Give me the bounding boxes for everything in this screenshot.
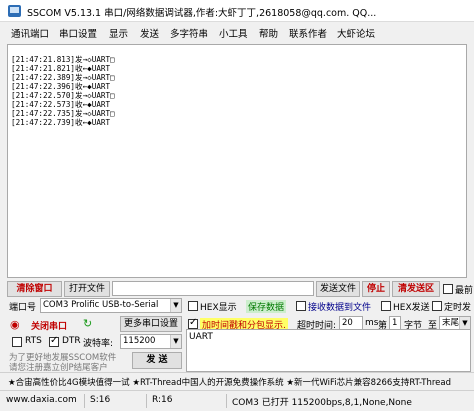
menu-tools[interactable]: 小工具 [219,26,248,40]
port-label: 端口号 [9,303,37,313]
menu-help[interactable]: 帮助 [259,26,278,40]
status-bar: www.daxia.com S:16 R:16 COM3 已打开 115200b… [0,390,474,411]
port-status: COM3 已打开 115200bps,8,1,None,None [232,398,412,408]
receive-area[interactable]: [21:47:21.813]发→◇UART□ [21:47:21.821]收←◆… [7,44,467,278]
end-value: 末尾 [442,318,460,328]
stop-button[interactable]: 停止 [362,281,390,297]
timed-send-checkbox[interactable] [432,301,442,311]
send-text: UART [189,332,213,342]
save-data-button[interactable]: 保存数据 [246,300,287,313]
clear-send-button[interactable]: 清发送区 [392,281,440,297]
menu-display[interactable]: 显示 [109,26,128,40]
timeout-unit: ms [365,318,379,328]
chevron-down-icon: ▼ [170,299,181,312]
rts-label: RTS [25,336,42,346]
log-line: [21:47:22.739]收←◆UART [11,118,111,127]
send-text-area[interactable]: UART [186,329,471,372]
menu-contact[interactable]: 联系作者 [289,26,327,40]
status-divider [84,394,85,408]
green-refresh-icon[interactable]: ↻ [83,317,92,330]
port-select[interactable]: COM3 Prolific USB-to-Serial ▼ [40,298,182,313]
menu-serial-settings[interactable]: 串口设置 [59,26,97,40]
hex-send-label: HEX发送 [393,303,430,313]
send-file-button[interactable]: 发送文件 [316,281,360,297]
menu-bar: 通讯端口 串口设置 显示 发送 多字符串 小工具 帮助 联系作者 大虾论坛 [0,23,474,41]
hex-display-checkbox[interactable] [188,301,198,311]
close-port-button[interactable]: 关闭串口 [31,319,67,332]
hex-send-checkbox[interactable] [381,301,391,311]
baud-value: 115200 [123,336,156,346]
status-divider [226,394,227,408]
port-value: COM3 Prolific USB-to-Serial [43,300,159,310]
chevron-down-icon: ▼ [170,335,181,348]
status-divider [146,394,147,408]
baud-select[interactable]: 115200 ▼ [120,334,182,349]
send-button[interactable]: 发 送 [132,352,182,369]
baud-label: 波特率: [83,339,114,349]
ticker-text: ★合宙高性价比4G模块值得一试 ★RT-Thread中国人的开源免费操作系统 ★… [8,378,452,388]
more-settings-button[interactable]: 更多串口设置 [120,316,182,332]
red-record-icon: ◉ [10,318,20,331]
title-bar: SSCOM V5.13.1 串口/网络数据调试器,作者:大虾丁丁,2618058… [0,0,474,22]
received-count: R:16 [152,395,173,405]
news-ticker[interactable]: ★合宙高性价比4G模块值得一试 ★RT-Thread中国人的开源免费操作系统 ★… [0,372,474,389]
menu-comm-port[interactable]: 通讯端口 [11,26,49,40]
window-title: SSCOM V5.13.1 串口/网络数据调试器,作者:大虾丁丁,2618058… [27,8,377,19]
dtr-checkbox[interactable] [49,335,59,347]
sent-count: S:16 [90,395,111,405]
menu-forum[interactable]: 大虾论坛 [337,26,375,40]
always-on-top-checkbox[interactable] [443,284,453,294]
timestamp-checkbox[interactable] [188,317,198,329]
dtr-label: DTR [62,336,81,346]
menu-send[interactable]: 发送 [140,26,159,40]
rts-checkbox[interactable] [12,337,22,347]
file-path-field[interactable] [112,281,314,296]
recv-to-file-label: 接收数据到文件 [308,303,372,313]
app-icon [8,5,21,17]
always-on-top-label: 最前 [455,286,474,296]
website-link[interactable]: www.daxia.com [6,395,77,405]
menu-multi-string[interactable]: 多字符串 [170,26,208,40]
recv-to-file-checkbox[interactable] [296,301,306,311]
clear-window-button[interactable]: 清除窗口 [7,281,62,297]
open-file-button[interactable]: 打开文件 [64,281,110,297]
hex-display-label: HEX显示 [200,303,237,313]
timed-send-label: 定时发 [444,303,472,313]
